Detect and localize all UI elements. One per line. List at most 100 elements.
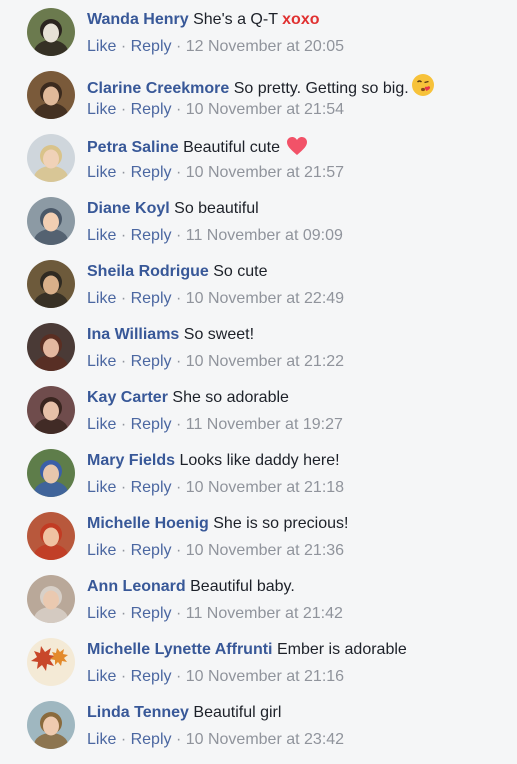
avatar[interactable] (27, 8, 75, 56)
reply-button[interactable]: Reply (131, 101, 172, 118)
reply-button[interactable]: Reply (131, 416, 172, 433)
separator-dot: · (175, 164, 182, 181)
comment-author[interactable]: Petra Saline (87, 139, 179, 156)
separator-dot: · (120, 479, 127, 496)
comment-item: Michelle Hoenig She is so precious! Like … (0, 504, 517, 567)
like-button[interactable]: Like (87, 416, 116, 433)
avatar[interactable] (27, 701, 75, 749)
comment-item: Petra Saline Beautiful cute Like · Reply… (0, 126, 517, 189)
like-button[interactable]: Like (87, 101, 116, 118)
kiss-face-icon (411, 74, 434, 96)
comment-author[interactable]: Sheila Rodrigue (87, 263, 209, 280)
avatar[interactable] (27, 134, 75, 182)
comment-timestamp[interactable]: 10 November at 21:54 (186, 101, 344, 118)
reply-button[interactable]: Reply (131, 164, 172, 181)
like-button[interactable]: Like (87, 605, 116, 622)
comment-timestamp[interactable]: 10 November at 21:18 (186, 479, 344, 496)
comment-actions: Like · Reply · 10 November at 22:49 (87, 289, 344, 309)
comment-body: Ina Williams So sweet! (87, 325, 254, 345)
avatar[interactable] (27, 575, 75, 623)
comment-timestamp[interactable]: 10 November at 21:36 (186, 542, 344, 559)
comment-actions: Like · Reply · 10 November at 23:42 (87, 730, 344, 750)
comment-author[interactable]: Ann Leonard (87, 578, 186, 595)
like-button[interactable]: Like (87, 227, 116, 244)
avatar[interactable]: Happy Thanksgiving (27, 638, 75, 686)
comment-timestamp[interactable]: 11 November at 19:27 (186, 416, 343, 433)
comment-author[interactable]: Linda Tenney (87, 704, 189, 721)
separator-dot: · (175, 479, 182, 496)
reply-button[interactable]: Reply (131, 227, 172, 244)
comment-item: Mary Fields Looks like daddy here! Like ·… (0, 441, 517, 504)
separator-dot: · (120, 101, 127, 118)
comment-item: Ina Williams So sweet! Like · Reply · 10 … (0, 315, 517, 378)
comment-timestamp[interactable]: 10 November at 22:49 (186, 290, 344, 307)
comment-actions: Like · Reply · 10 November at 21:57 (87, 163, 344, 183)
like-button[interactable]: Like (87, 542, 116, 559)
comment-author[interactable]: Michelle Lynette Affrunti (87, 641, 273, 658)
separator-dot: · (120, 353, 127, 370)
separator-dot: · (175, 290, 182, 307)
comment-author[interactable]: Kay Carter (87, 389, 168, 406)
comment-item: Sheila Rodrigue So cute Like · Reply · 10… (0, 252, 517, 315)
comment-list: Wanda Henry She's a Q-T xoxo Like · Reply… (0, 0, 517, 764)
like-button[interactable]: Like (87, 164, 116, 181)
avatar[interactable] (27, 512, 75, 560)
comment-timestamp[interactable]: 11 November at 21:42 (186, 605, 343, 622)
comment-actions: Like · Reply · 10 November at 21:22 (87, 352, 344, 372)
separator-dot: · (175, 731, 182, 748)
separator-dot: · (120, 605, 127, 622)
avatar[interactable] (27, 449, 75, 497)
like-button[interactable]: Like (87, 668, 116, 685)
separator-dot: · (175, 605, 182, 622)
like-button[interactable]: Like (87, 731, 116, 748)
avatar[interactable] (27, 71, 75, 119)
comment-timestamp[interactable]: 10 November at 23:42 (186, 731, 344, 748)
comment-body: Mary Fields Looks like daddy here! (87, 451, 340, 471)
like-button[interactable]: Like (87, 353, 116, 370)
comment-item: Diane Koyl So beautiful Like · Reply · 11… (0, 189, 517, 252)
avatar[interactable] (27, 260, 75, 308)
avatar[interactable] (27, 197, 75, 245)
reply-button[interactable]: Reply (131, 479, 172, 496)
comment-author[interactable]: Michelle Hoenig (87, 515, 209, 532)
reply-button[interactable]: Reply (131, 353, 172, 370)
like-button[interactable]: Like (87, 38, 116, 55)
comment-author[interactable]: Diane Koyl (87, 200, 170, 217)
reply-button[interactable]: Reply (131, 542, 172, 559)
comment-actions: Like · Reply · 11 November at 19:27 (87, 415, 343, 435)
comment-timestamp[interactable]: 11 November at 09:09 (186, 227, 343, 244)
comment-text: So beautiful (174, 200, 259, 217)
separator-dot: · (120, 227, 127, 244)
avatar[interactable] (27, 386, 75, 434)
comment-item: Wanda Henry She's a Q-T xoxo Like · Reply… (0, 0, 517, 63)
like-button[interactable]: Like (87, 290, 116, 307)
comment-author[interactable]: Mary Fields (87, 452, 175, 469)
comment-actions: Like · Reply · 10 November at 21:36 (87, 541, 344, 561)
reply-button[interactable]: Reply (131, 668, 172, 685)
comment-actions: Like · Reply · 10 November at 21:18 (87, 478, 344, 498)
comment-text: She so adorable (172, 389, 289, 406)
comment-text: Looks like daddy here! (179, 452, 340, 469)
reply-button[interactable]: Reply (131, 605, 172, 622)
like-button[interactable]: Like (87, 479, 116, 496)
separator-dot: · (120, 668, 127, 685)
heart-icon (287, 137, 308, 155)
reply-button[interactable]: Reply (131, 290, 172, 307)
reply-button[interactable]: Reply (131, 731, 172, 748)
comment-author[interactable]: Wanda Henry (87, 11, 189, 28)
comment-author[interactable]: Ina Williams (87, 326, 179, 343)
comment-timestamp[interactable]: 10 November at 21:16 (186, 668, 344, 685)
separator-dot: · (175, 38, 182, 55)
comment-author[interactable]: Clarine Creekmore (87, 80, 229, 97)
comment-body: Michelle Hoenig She is so precious! (87, 514, 348, 534)
avatar[interactable] (27, 323, 75, 371)
separator-dot: · (120, 164, 127, 181)
comment-timestamp[interactable]: 10 November at 21:22 (186, 353, 344, 370)
comment-body: Ann Leonard Beautiful baby. (87, 577, 295, 597)
comment-body: Wanda Henry She's a Q-T xoxo (87, 10, 319, 30)
comment-timestamp[interactable]: 12 November at 20:05 (186, 38, 344, 55)
comment-timestamp[interactable]: 10 November at 21:57 (186, 164, 344, 181)
comment-item: Clarine Creekmore So pretty. Getting so … (0, 63, 517, 126)
comment-actions: Like · Reply · 10 November at 21:16 (87, 667, 344, 687)
reply-button[interactable]: Reply (131, 38, 172, 55)
